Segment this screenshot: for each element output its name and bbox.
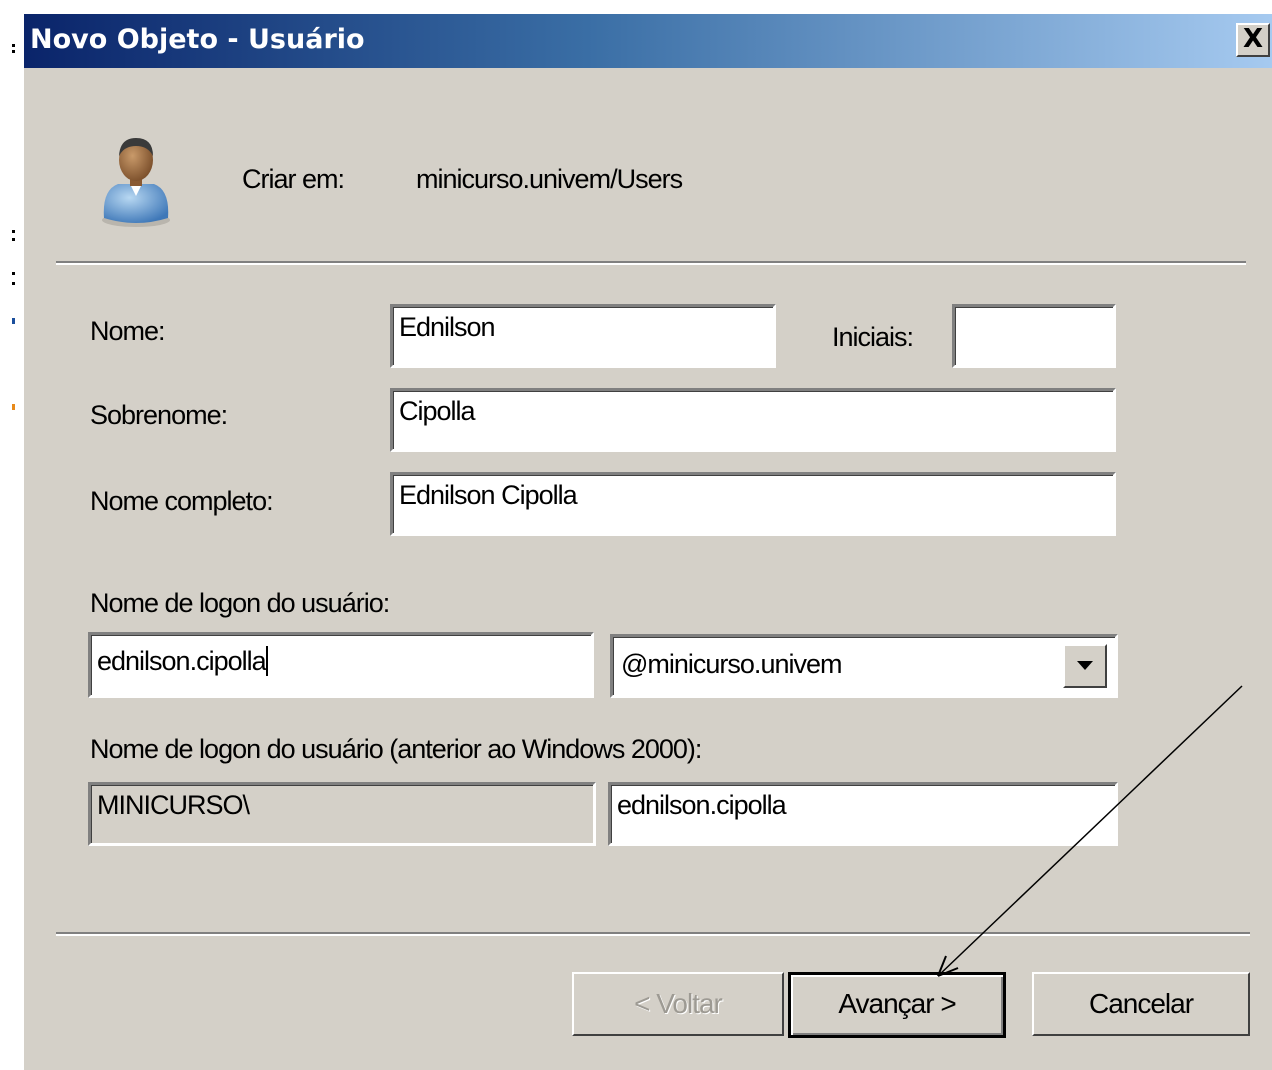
create-in-label: Criar em:	[242, 164, 345, 194]
window-title: Novo Objeto - Usuário	[30, 24, 365, 55]
logon-name-label: Nome de logon do usuário:	[90, 588, 390, 618]
close-button[interactable]: X	[1236, 23, 1270, 57]
top-separator	[56, 261, 1246, 265]
title-bar[interactable]: Novo Objeto - Usuário X	[24, 14, 1272, 68]
user-icon	[102, 138, 170, 227]
bottom-separator	[56, 932, 1250, 936]
last-name-label: Sobrenome:	[90, 400, 228, 430]
dropdown-button[interactable]	[1063, 644, 1107, 688]
text-caret	[265, 646, 268, 676]
logon-name-value: ednilson.cipolla	[97, 646, 267, 676]
chevron-down-icon	[1077, 661, 1093, 670]
domain-suffix-select[interactable]: @minicurso.univem	[610, 634, 1118, 698]
last-name-input[interactable]: Cipolla	[390, 388, 1116, 452]
pre2000-domain-field: MINICURSO\	[88, 782, 596, 846]
logon-name-input[interactable]: ednilson.cipolla	[88, 632, 594, 698]
first-name-input[interactable]: Ednilson	[390, 304, 776, 368]
new-user-dialog: Novo Objeto - Usuário X Criar em: minicu…	[22, 14, 1272, 1070]
create-in-path: minicurso.univem/Users	[416, 164, 683, 194]
cancel-button[interactable]: Cancelar	[1032, 972, 1250, 1036]
full-name-label: Nome completo:	[90, 486, 274, 516]
domain-suffix-value: @minicurso.univem	[621, 649, 842, 679]
pre2000-logon-label: Nome de logon do usuário (anterior ao Wi…	[90, 734, 702, 764]
background-window-edge	[0, 0, 20, 1070]
next-button[interactable]: Avançar >	[788, 972, 1006, 1038]
initials-input[interactable]	[952, 304, 1116, 368]
full-name-input[interactable]: Ednilson Cipolla	[390, 472, 1116, 536]
first-name-label: Nome:	[90, 316, 166, 346]
pre2000-user-input[interactable]: ednilson.cipolla	[608, 782, 1118, 846]
back-button[interactable]: < Voltar	[572, 972, 784, 1036]
initials-label: Iniciais:	[832, 322, 914, 352]
